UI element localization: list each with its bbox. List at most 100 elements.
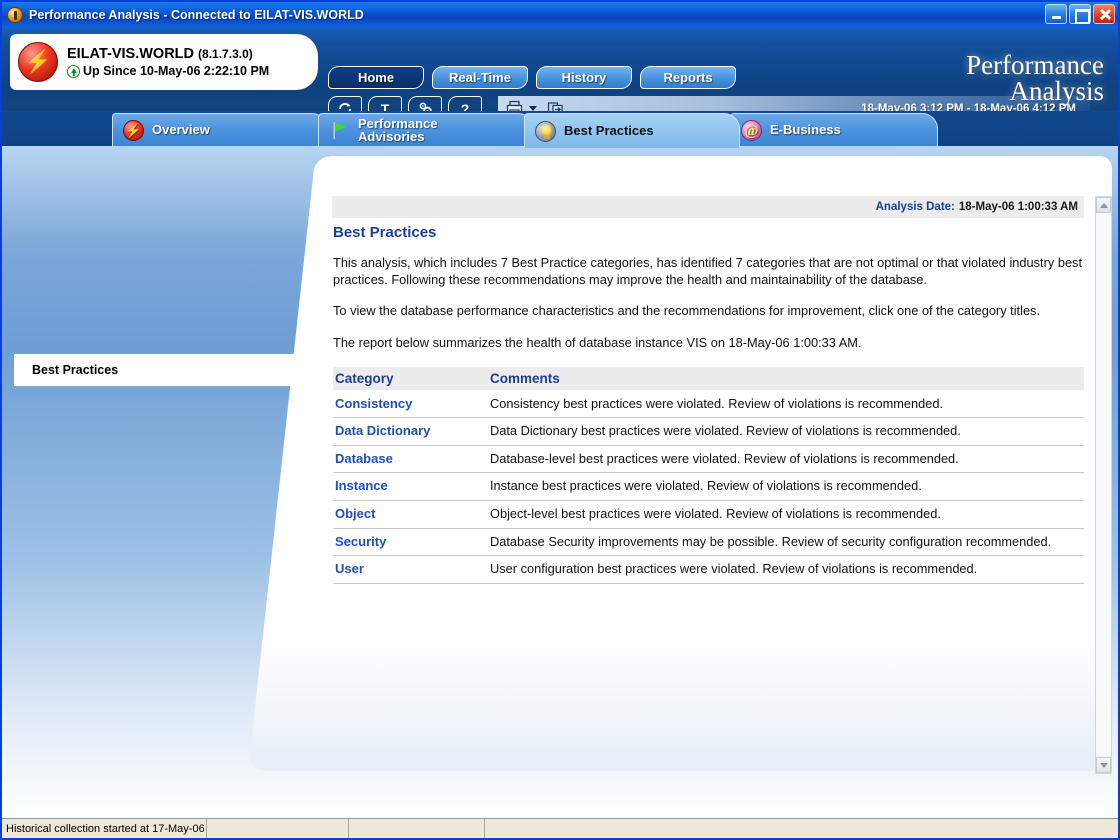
category-link-consistency[interactable]: Consistency <box>335 396 412 411</box>
tab-strip: Overview Performance Advisories Best Pra… <box>2 111 1118 148</box>
close-button[interactable] <box>1093 4 1115 24</box>
tab-performance-advisories-label: Performance Advisories <box>358 115 438 144</box>
minimize-button[interactable] <box>1045 4 1067 24</box>
table-cell-category: Instance <box>333 472 488 501</box>
scroll-down-button[interactable] <box>1096 757 1111 773</box>
overview-icon <box>123 119 144 141</box>
table-header-row: Category Comments <box>333 366 1084 390</box>
tab-performance-advisories[interactable]: Performance Advisories <box>318 113 534 146</box>
print-icon[interactable] <box>506 100 523 111</box>
table-cell-category: User <box>333 555 488 584</box>
uptime-line: Up Since 10-May-06 2:22:10 PM <box>67 63 269 79</box>
main-content: Best Practices This analysis, which incl… <box>333 224 1085 584</box>
tab-best-practices[interactable]: Best Practices <box>524 113 740 148</box>
e-business-icon <box>741 119 762 141</box>
intro-paragraph-2: To view the database performance charact… <box>333 303 1041 319</box>
category-link-object[interactable]: Object <box>335 506 375 521</box>
database-version: (8.1.7.3.0) <box>198 46 253 61</box>
tab-overview-label: Overview <box>152 122 210 138</box>
up-arrow-icon <box>67 64 80 78</box>
category-link-instance[interactable]: Instance <box>335 478 388 493</box>
analysis-date-bar: Analysis Date: 18-May-06 1:00:33 AM <box>332 196 1084 218</box>
status-cell-3 <box>349 819 485 838</box>
brand-line-2: Analysis <box>1009 76 1105 107</box>
table-row: Object Object-level best practices were … <box>333 500 1084 529</box>
table-cell-comment: Database Security improvements may be po… <box>488 528 1084 557</box>
table-cell-comment: Database-level best practices were viola… <box>488 445 1084 474</box>
table-head: Category Comments <box>333 366 1084 390</box>
refresh-icon <box>339 102 351 111</box>
vertical-scrollbar[interactable] <box>1095 196 1112 774</box>
table-cell-comment: Object-level best practices were violate… <box>488 500 1084 529</box>
maximize-button[interactable] <box>1069 4 1091 24</box>
intro-paragraph-3: The report below summarizes the health o… <box>333 334 862 350</box>
status-cell-4 <box>485 819 1118 838</box>
window-title: Performance Analysis - Connected to EILA… <box>29 8 364 22</box>
table-cell-category: Security <box>333 528 488 557</box>
brand-line-1: Performance <box>966 50 1104 80</box>
help-icon: ? <box>460 100 470 112</box>
status-cell-2 <box>207 819 349 838</box>
table-cell-category: Object <box>333 500 488 529</box>
intro-paragraph-1: This analysis, which includes 7 Best Pra… <box>333 255 1083 287</box>
scroll-up-button[interactable] <box>1096 197 1111 213</box>
analysis-date-value: 18-May-06 1:00:33 AM <box>958 201 1078 213</box>
help-button[interactable]: ? <box>448 96 482 111</box>
table-body: Consistency Consistency best practices w… <box>333 390 1084 584</box>
settings-gear-icon <box>419 102 432 111</box>
left-panel-title: Best Practices <box>14 354 312 386</box>
table-row: User User configuration best practices w… <box>333 555 1084 584</box>
top-icon: T <box>380 100 390 112</box>
category-link-user[interactable]: User <box>335 561 364 576</box>
connection-line: EILAT-VIS.WORLD (8.1.7.3.0) <box>67 45 269 64</box>
nav-button-history[interactable]: History <box>536 66 632 89</box>
category-link-database[interactable]: Database <box>335 451 393 466</box>
best-practices-table: Category Comments Consistency Consistenc… <box>333 366 1084 584</box>
tab-e-business-label: E-Business <box>770 122 841 138</box>
nav-button-home[interactable]: Home <box>328 66 424 89</box>
database-name: EILAT-VIS.WORLD <box>67 45 195 62</box>
category-link-data-dictionary[interactable]: Data Dictionary <box>335 423 430 438</box>
status-bar: Historical collection started at 17-May-… <box>2 818 1118 838</box>
table-row: Instance Instance best practices were vi… <box>333 472 1084 501</box>
table-row: Consistency Consistency best practices w… <box>333 390 1084 419</box>
table-cell-comment: Consistency best practices were violated… <box>488 390 1084 419</box>
app-banner: EILAT-VIS.WORLD (8.1.7.3.0) Up Since 10-… <box>2 28 1118 111</box>
table-cell-category: Database <box>333 445 488 474</box>
left-panel-title-label: Best Practices <box>32 363 119 377</box>
table-row: Database Database-level best practices w… <box>333 445 1084 474</box>
lightbulb-icon <box>535 120 556 142</box>
table-row: Security Database Security improvements … <box>333 528 1084 557</box>
table-cell-comment: User configuration best practices were v… <box>488 555 1084 584</box>
minimize-icon <box>1046 5 1066 23</box>
window-controls <box>1045 4 1115 24</box>
app-icon <box>7 7 23 23</box>
nav-button-real-time[interactable]: Real-Time <box>432 66 528 89</box>
scroll-down-icon <box>1099 762 1108 768</box>
table-cell-comment: Data Dictionary best practices were viol… <box>488 417 1084 446</box>
nav-button-reports[interactable]: Reports <box>640 66 736 89</box>
column-header-category: Category <box>333 366 488 390</box>
tab-e-business[interactable]: E-Business <box>730 113 938 146</box>
application-window: Performance Analysis - Connected to EILA… <box>0 0 1120 840</box>
connection-details: EILAT-VIS.WORLD (8.1.7.3.0) Up Since 10-… <box>67 45 269 80</box>
connection-info-panel: EILAT-VIS.WORLD (8.1.7.3.0) Up Since 10-… <box>10 34 318 90</box>
advisories-flag-icon <box>329 120 350 141</box>
page-title: Best Practices <box>333 224 437 241</box>
uptime-text: Up Since 10-May-06 2:22:10 PM <box>83 64 270 79</box>
primary-nav: Home Real-Time History Reports <box>328 66 736 89</box>
page-body: Best Practices Analysis Date: 18-May-06 … <box>2 146 1118 818</box>
refresh-button[interactable] <box>328 96 362 111</box>
analysis-date-label: Analysis Date: <box>875 201 955 213</box>
table-cell-category: Consistency <box>333 390 488 419</box>
title-bar: Performance Analysis - Connected to EILA… <box>2 2 1118 28</box>
tab-overview[interactable]: Overview <box>112 113 328 146</box>
settings-button[interactable] <box>408 96 442 111</box>
status-cell-collection: Historical collection started at 17-May-… <box>2 819 207 838</box>
close-icon <box>1094 5 1114 23</box>
export-icon[interactable] <box>547 100 564 111</box>
database-status-icon <box>18 42 58 82</box>
category-link-security[interactable]: Security <box>335 534 386 549</box>
top-sessions-button[interactable]: T <box>368 96 402 111</box>
scroll-up-icon <box>1099 202 1108 208</box>
